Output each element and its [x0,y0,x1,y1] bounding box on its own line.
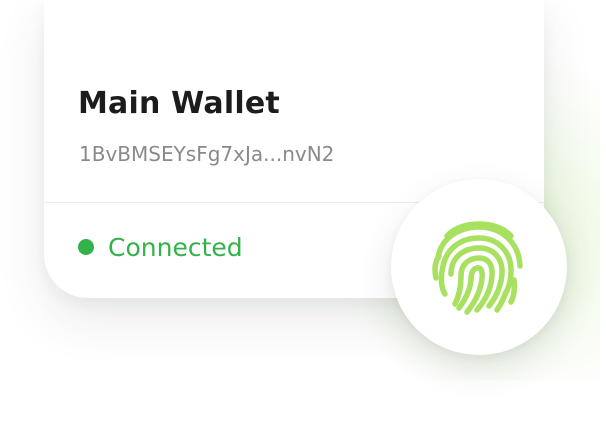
wallet-address: 1BvBMSEYsFg7xJa...nvN2 [79,142,335,166]
connection-status: Connected [78,230,243,264]
status-dot-icon [78,239,94,255]
status-label: Connected [108,232,243,262]
wallet-name: Main Wallet [78,86,280,121]
wallet-info: Main Wallet 1BvBMSEYsFg7xJa...nvN2 [44,0,544,204]
fingerprint-icon [432,221,523,315]
fingerprint-button[interactable] [391,179,567,355]
